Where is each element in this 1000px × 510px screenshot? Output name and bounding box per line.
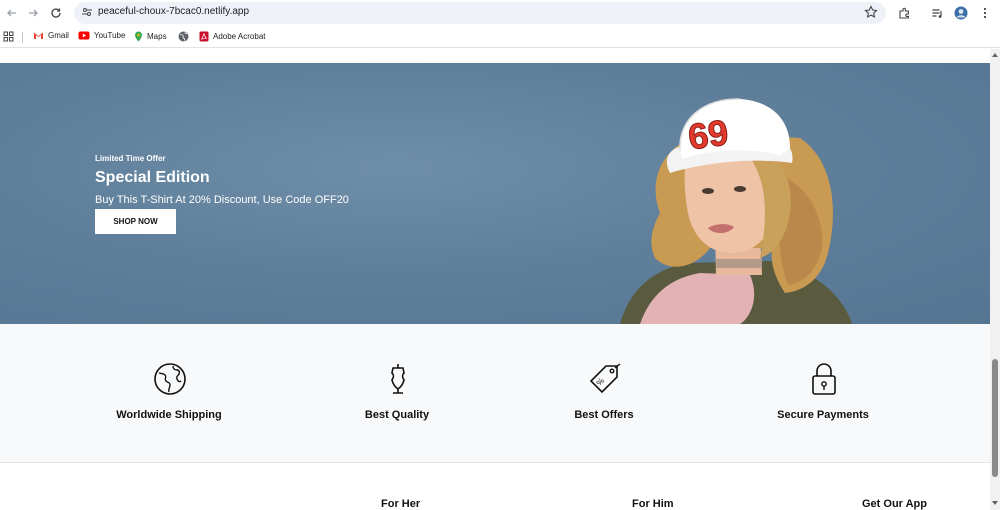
feature-label: Best Offers xyxy=(574,409,634,421)
url-text[interactable]: peaceful-choux-7bcac0.netlify.app xyxy=(98,6,249,17)
footer-heading-for-her: For Her xyxy=(381,498,421,510)
bookmark-label: Adobe Acrobat xyxy=(213,32,266,41)
maps-icon xyxy=(135,31,142,42)
dress-form-icon xyxy=(391,364,405,394)
youtube-icon xyxy=(78,31,90,40)
puzzle-icon xyxy=(898,7,909,19)
hero-title: Special Edition xyxy=(95,169,210,186)
profile-button[interactable] xyxy=(952,4,970,22)
bookmark-label: YouTube xyxy=(94,31,126,40)
more-vert-icon xyxy=(983,7,987,19)
footer-heading-get-our-app: Get Our App xyxy=(862,498,927,510)
padlock-icon xyxy=(812,363,836,395)
apps-grid-icon xyxy=(3,31,14,42)
bookmark-globe[interactable] xyxy=(178,31,193,42)
bookmark-adobe-acrobat[interactable]: Adobe Acrobat xyxy=(199,31,265,42)
globe-icon xyxy=(178,31,189,42)
reload-button[interactable] xyxy=(47,4,65,22)
features-strip: Worldwide Shipping Best Quality % Best O… xyxy=(0,324,990,463)
page-viewport: Limited Time Offer Special Edition Buy T… xyxy=(0,49,990,510)
browser-toolbar: peaceful-choux-7bcac0.netlify.app xyxy=(0,0,1000,26)
bookmark-gmail[interactable]: Gmail xyxy=(33,31,69,40)
footer-heading-for-him: For Him xyxy=(632,498,674,510)
acrobat-icon xyxy=(199,31,209,42)
footer: For Her For Him Get Our App xyxy=(0,463,990,510)
gmail-icon xyxy=(34,32,43,39)
arrow-right-icon xyxy=(29,9,38,17)
extensions-button[interactable] xyxy=(895,4,913,22)
forward-button[interactable] xyxy=(24,4,42,22)
site-settings-icon[interactable] xyxy=(81,6,93,18)
apps-button[interactable] xyxy=(3,31,14,42)
bookmark-label: Gmail xyxy=(48,31,69,40)
media-controls-button[interactable] xyxy=(928,4,946,22)
price-tag-icon: % xyxy=(589,363,621,394)
address-bar[interactable]: peaceful-choux-7bcac0.netlify.app xyxy=(74,2,886,24)
bookmark-youtube[interactable]: YouTube xyxy=(78,31,125,40)
hero-kicker: Limited Time Offer xyxy=(95,154,166,163)
reload-icon xyxy=(51,8,61,18)
feature-label: Worldwide Shipping xyxy=(116,409,222,421)
scroll-up-arrow-icon[interactable] xyxy=(992,53,998,57)
bookmarks-divider xyxy=(22,32,23,43)
playlist-icon xyxy=(932,8,942,18)
hero-subtitle: Buy This T-Shirt At 20% Discount, Use Co… xyxy=(95,194,349,206)
bookmark-label: Maps xyxy=(147,32,167,41)
back-button[interactable] xyxy=(3,4,21,22)
cap-number: 69 xyxy=(685,111,730,157)
bookmark-maps[interactable]: Maps xyxy=(134,31,167,42)
bookmarks-bar: Gmail YouTube Maps Adobe Acrobat xyxy=(0,26,1000,48)
scroll-down-arrow-icon[interactable] xyxy=(992,501,998,505)
menu-button[interactable] xyxy=(976,4,994,22)
arrow-left-icon xyxy=(7,9,16,17)
scrollbar-thumb[interactable] xyxy=(992,359,998,477)
model-photo: 69 xyxy=(620,98,852,324)
shop-now-button[interactable]: SHOP NOW xyxy=(95,209,176,234)
feature-label: Best Quality xyxy=(364,409,430,421)
avatar-icon xyxy=(954,6,968,20)
bookmark-star-icon[interactable] xyxy=(864,5,878,19)
feature-label: Secure Payments xyxy=(777,409,869,421)
hero-banner: Limited Time Offer Special Edition Buy T… xyxy=(0,63,990,324)
page-scrollbar[interactable] xyxy=(990,49,1000,510)
globe-icon xyxy=(154,363,186,395)
